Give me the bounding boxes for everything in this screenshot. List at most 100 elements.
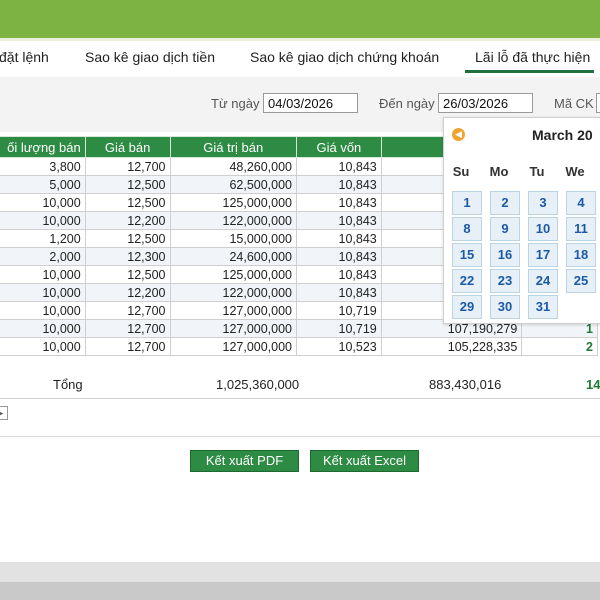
calendar-day[interactable]: 18 — [566, 243, 596, 267]
cell-cost: 10,843 — [296, 283, 382, 302]
calendar-day[interactable]: 17 — [528, 243, 558, 267]
calendar-day[interactable]: 3 — [528, 191, 558, 215]
cell-qty: 10,000 — [0, 211, 86, 230]
totals-row: Tổng 1,025,360,000 883,430,016 14 — [0, 370, 600, 399]
calendar-day[interactable]: 25 — [566, 269, 596, 293]
calendar-day[interactable]: 1 — [452, 191, 482, 215]
cell-price: 12,500 — [84, 229, 171, 248]
totals-sell-value: 1,025,360,000 — [216, 377, 300, 392]
cell-value: 122,000,000 — [169, 283, 298, 302]
calendar-day[interactable]: 31 — [528, 295, 558, 319]
export-pdf-button[interactable]: Kết xuất PDF — [190, 450, 299, 472]
cell-value: 127,000,000 — [169, 319, 298, 338]
calendar-day[interactable]: 4 — [566, 191, 596, 215]
calendar-day[interactable]: 10 — [528, 217, 558, 241]
weekday-label: Tu — [529, 164, 545, 179]
col-sell-qty[interactable]: ối lượng bán — [0, 136, 86, 158]
calendar-day[interactable]: 15 — [452, 243, 482, 267]
cell-cost: 10,843 — [296, 157, 382, 176]
cell-value: 125,000,000 — [169, 265, 298, 284]
cell-value: 127,000,000 — [169, 301, 298, 320]
stock-code-input[interactable] — [596, 93, 600, 113]
col-sell-value[interactable]: Giá trị bán — [169, 136, 298, 158]
calendar-day[interactable]: 22 — [452, 269, 482, 293]
cell-cost: 10,843 — [296, 193, 382, 212]
col-cost-price[interactable]: Giá vốn — [296, 136, 382, 158]
cell-cost: 10,843 — [296, 211, 382, 230]
cell-pnl: 2 — [521, 337, 598, 356]
weekday-label: Su — [452, 164, 470, 179]
pager-next-icon[interactable]: ▸ — [0, 406, 8, 420]
cell-cost-value: 105,228,335 — [380, 337, 523, 356]
cell-value: 48,260,000 — [169, 157, 298, 176]
cell-qty: 10,000 — [0, 283, 86, 302]
table-row[interactable]: 10,000 12,700 127,000,000 10,523 105,228… — [0, 337, 598, 356]
calendar-day[interactable]: 11 — [566, 217, 596, 241]
cell-value: 15,000,000 — [169, 229, 298, 248]
cell-price: 12,500 — [84, 265, 171, 284]
cell-price: 12,500 — [84, 193, 171, 212]
from-date-label: Từ ngày — [211, 96, 260, 111]
cell-price: 12,700 — [84, 337, 171, 356]
calendar-day[interactable]: 8 — [452, 217, 482, 241]
calendar-day[interactable]: 9 — [490, 217, 520, 241]
section-divider — [0, 436, 600, 437]
cell-value: 62,500,000 — [169, 175, 298, 194]
cell-qty: 5,000 — [0, 175, 86, 194]
calendar-day[interactable]: 29 — [452, 295, 482, 319]
calendar-day[interactable]: 30 — [490, 295, 520, 319]
cell-qty: 10,000 — [0, 337, 86, 356]
chevron-left-icon[interactable]: ◀ — [452, 128, 465, 141]
cell-price: 12,700 — [84, 301, 171, 320]
footer-band — [0, 562, 600, 582]
cell-cost: 10,719 — [296, 301, 382, 320]
from-date-input[interactable] — [263, 93, 358, 113]
weekday-label: Mo — [489, 164, 509, 179]
totals-cost-value: 883,430,016 — [429, 377, 502, 392]
tab-stock-statement[interactable]: Sao kê giao dịch chứng khoán — [250, 49, 439, 65]
cell-value: 125,000,000 — [169, 193, 298, 212]
calendar-day[interactable]: 2 — [490, 191, 520, 215]
col-sell-price[interactable]: Giá bán — [84, 136, 171, 158]
cell-price: 12,500 — [84, 175, 171, 194]
cell-cost: 10,523 — [296, 337, 382, 356]
cell-qty: 10,000 — [0, 265, 86, 284]
calendar-day[interactable]: 24 — [528, 269, 558, 293]
date-picker-popup: ◀ March 20 Su Mo Tu We 1 2 3 4 8 9 10 11… — [443, 117, 600, 324]
totals-label: Tổng — [53, 377, 83, 392]
tab-realized-pnl[interactable]: Lãi lỗ đã thực hiện — [465, 49, 595, 73]
weekday-label: We — [565, 164, 585, 179]
cell-price: 12,700 — [84, 157, 171, 176]
cell-cost: 10,719 — [296, 319, 382, 338]
cell-price: 12,200 — [84, 283, 171, 302]
cell-price: 12,300 — [84, 247, 171, 266]
tab-bar: đặt lệnh Sao kê giao dịch tiền Sao kê gi… — [0, 41, 600, 77]
to-date-input[interactable] — [438, 93, 533, 113]
cell-value: 24,600,000 — [169, 247, 298, 266]
footer-bottom — [0, 582, 600, 600]
calendar-day[interactable]: 23 — [490, 269, 520, 293]
cell-qty: 10,000 — [0, 301, 86, 320]
cell-cost: 10,843 — [296, 265, 382, 284]
cell-price: 12,700 — [84, 319, 171, 338]
calendar-month-title: March 20 — [532, 127, 593, 143]
to-date-label: Đến ngày — [379, 96, 435, 111]
cell-cost: 10,843 — [296, 247, 382, 266]
cell-cost: 10,843 — [296, 175, 382, 194]
tab-order[interactable]: đặt lệnh — [0, 49, 49, 65]
cell-value: 127,000,000 — [169, 337, 298, 356]
cell-qty: 2,000 — [0, 247, 86, 266]
top-banner — [0, 0, 600, 38]
totals-pnl: 14 — [586, 377, 600, 392]
tab-cash-statement[interactable]: Sao kê giao dịch tiền — [85, 49, 215, 65]
cell-price: 12,200 — [84, 211, 171, 230]
cell-qty: 10,000 — [0, 319, 86, 338]
cell-value: 122,000,000 — [169, 211, 298, 230]
cell-cost: 10,843 — [296, 229, 382, 248]
export-excel-button[interactable]: Kết xuất Excel — [310, 450, 419, 472]
cell-qty: 1,200 — [0, 229, 86, 248]
cell-qty: 10,000 — [0, 193, 86, 212]
stock-code-label: Mã CK — [554, 96, 594, 111]
calendar-day[interactable]: 16 — [490, 243, 520, 267]
cell-qty: 3,800 — [0, 157, 86, 176]
